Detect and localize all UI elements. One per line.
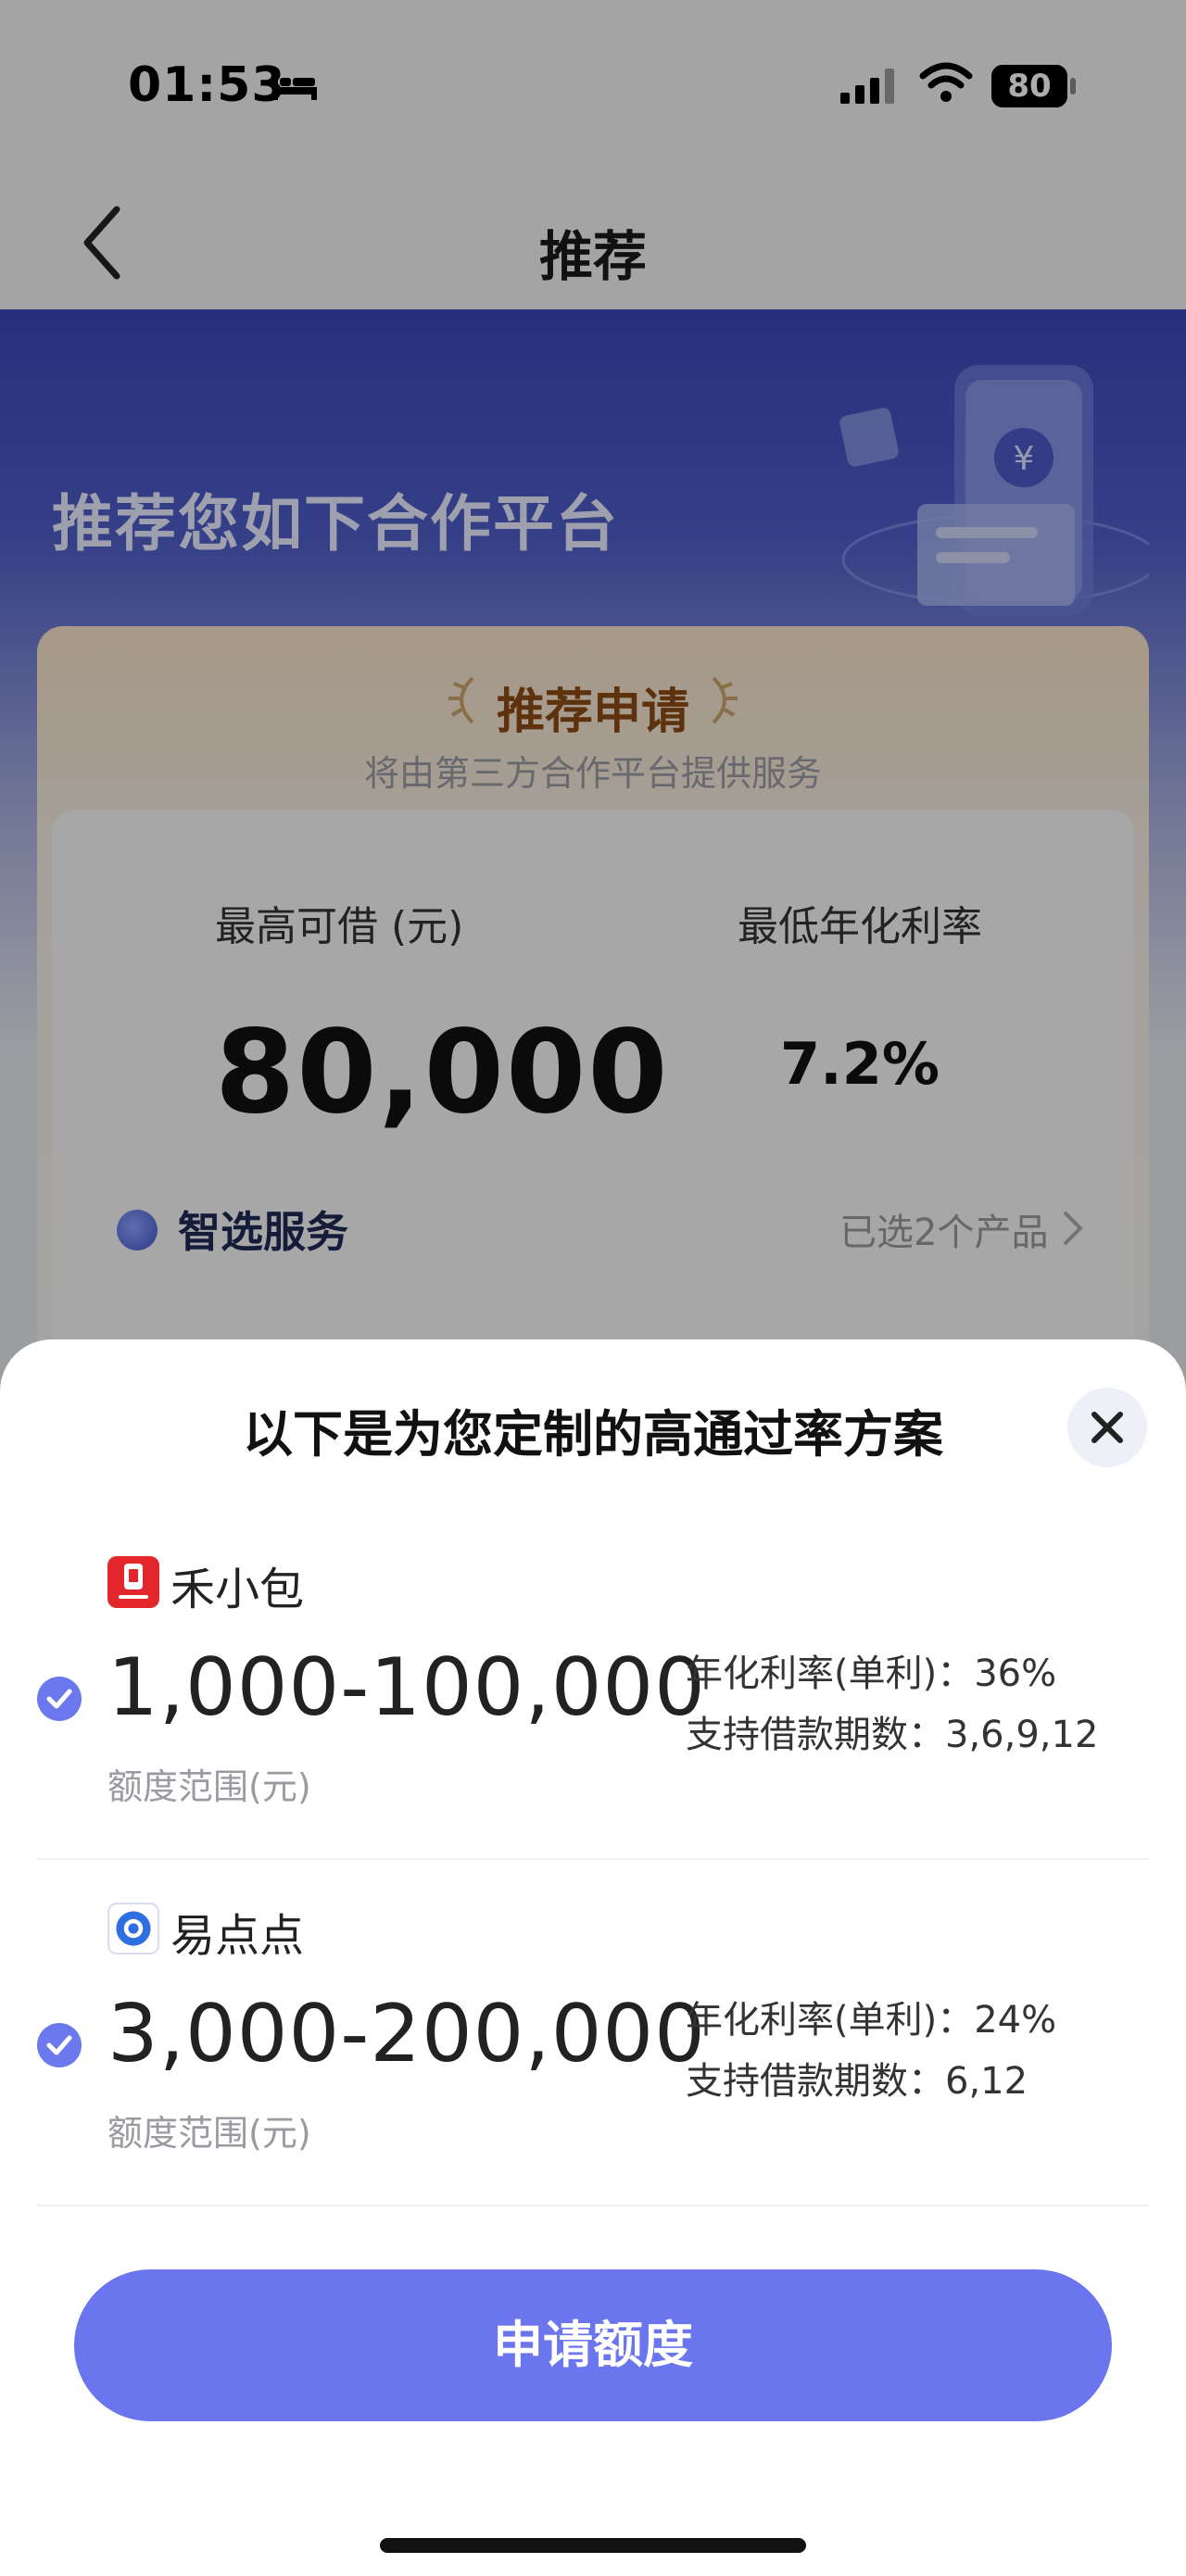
plan-divider [37,2205,1149,2206]
checkmark-icon [46,1689,72,1709]
credit-range-label: 额度范围(元) [107,1766,311,1807]
home-indicator[interactable] [380,2538,806,2553]
annual-rate: 年化利率(单利)：36% [686,1652,1057,1695]
credit-range-label: 额度范围(元) [107,2113,311,2154]
yidiandian-logo-icon [107,1903,159,1954]
checkmark-icon [46,2035,72,2055]
plan-divider [37,1858,1149,1860]
plan-checkbox[interactable] [37,1677,82,1721]
apply-credit-button[interactable]: 申请额度 [74,2269,1112,2421]
plan-item[interactable]: 易点点 3,000-200,000 额度范围(元) 年化利率(单利)：24% 支… [0,1903,1186,2249]
credit-range: 1,000-100,000 [107,1641,706,1734]
sheet-title: 以下是为您定制的高通过率方案 [243,1405,943,1464]
product-name: 易点点 [170,1910,305,1962]
plan-checkbox[interactable] [37,2023,82,2067]
close-icon [1091,1412,1123,1443]
hexiaobao-logo-icon [107,1556,159,1608]
credit-range: 3,000-200,000 [107,1988,706,2080]
loan-terms: 支持借款期数：3,6,9,12 [686,1714,1099,1756]
plan-item[interactable]: 禾小包 1,000-100,000 额度范围(元) 年化利率(单利)：36% 支… [0,1556,1186,1903]
close-button[interactable] [1067,1388,1147,1467]
annual-rate: 年化利率(单利)：24% [686,1999,1057,2042]
product-name: 禾小包 [170,1564,305,1615]
loan-terms: 支持借款期数：6,12 [686,2060,1028,2103]
